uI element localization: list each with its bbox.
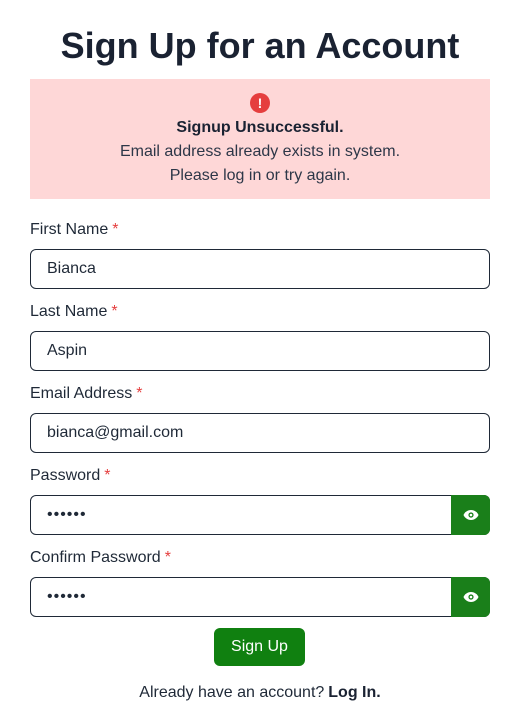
confirm-password-label: Confirm Password * bbox=[30, 548, 171, 568]
exclamation-circle-icon: ! bbox=[250, 93, 270, 113]
login-prompt-text: Already have an account? bbox=[139, 684, 325, 701]
show-confirm-password-button[interactable] bbox=[451, 577, 490, 617]
password-field[interactable]: •••••• bbox=[30, 495, 490, 535]
password-label: Password * bbox=[30, 466, 110, 486]
log-in-link[interactable]: Log In. bbox=[328, 684, 380, 701]
eye-icon bbox=[463, 510, 478, 520]
error-alert: ! Signup Unsuccessful. Email address alr… bbox=[30, 79, 490, 199]
last-name-label: Last Name * bbox=[30, 302, 118, 322]
first-name-label-text: First Name bbox=[30, 221, 109, 238]
sign-up-button[interactable]: Sign Up bbox=[214, 628, 305, 666]
first-name-field[interactable]: Bianca bbox=[30, 249, 490, 289]
login-prompt: Already have an account? Log In. bbox=[0, 683, 520, 703]
required-marker: * bbox=[111, 303, 118, 320]
required-marker: * bbox=[104, 467, 111, 484]
password-label-text: Password bbox=[30, 467, 101, 484]
alert-hint: Please log in or try again. bbox=[169, 167, 351, 184]
confirm-password-field[interactable]: •••••• bbox=[30, 577, 490, 617]
page-title: Sign Up for an Account bbox=[60, 25, 460, 66]
confirm-password-value: •••••• bbox=[47, 588, 87, 605]
email-field[interactable]: bianca@gmail.com bbox=[30, 413, 490, 453]
required-marker: * bbox=[164, 549, 171, 566]
email-label: Email Address * bbox=[30, 384, 143, 404]
show-password-button[interactable] bbox=[451, 495, 490, 535]
required-marker: * bbox=[136, 385, 143, 402]
eye-icon bbox=[463, 592, 478, 602]
signup-page: Sign Up for an Account ! Signup Unsucces… bbox=[0, 0, 520, 722]
confirm-password-label-text: Confirm Password bbox=[30, 549, 161, 566]
last-name-label-text: Last Name bbox=[30, 303, 108, 320]
alert-message: Email address already exists in system. bbox=[119, 143, 401, 160]
alert-title: Signup Unsuccessful. bbox=[176, 119, 344, 136]
password-value: •••••• bbox=[47, 506, 87, 523]
first-name-label: First Name * bbox=[30, 220, 118, 240]
required-marker: * bbox=[112, 221, 119, 238]
last-name-field[interactable]: Aspin bbox=[30, 331, 490, 371]
email-label-text: Email Address bbox=[30, 385, 133, 402]
